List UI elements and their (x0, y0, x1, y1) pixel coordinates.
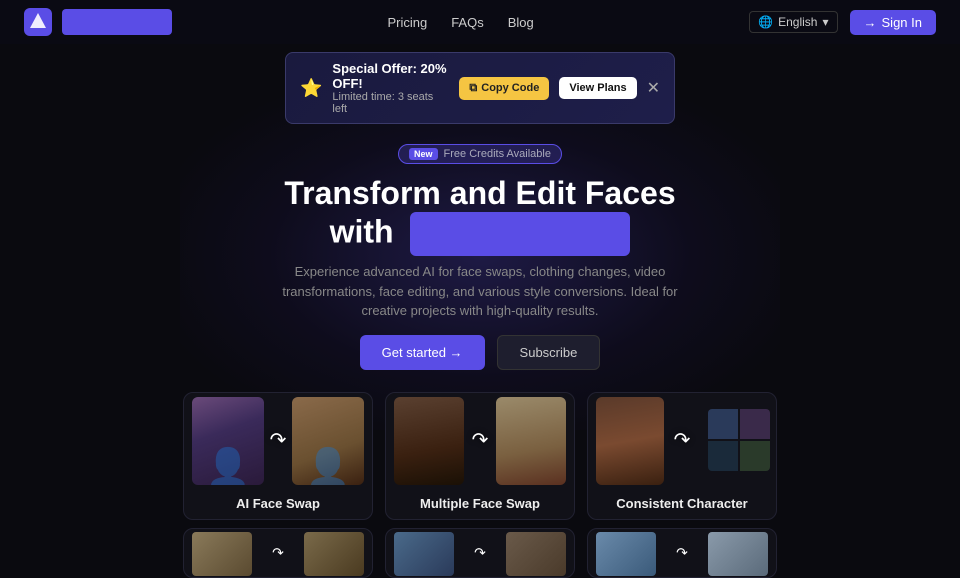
feature-card-6[interactable]: ↷ (587, 528, 777, 578)
hero-title-line2: with (330, 214, 394, 250)
logo-text-box (62, 9, 172, 35)
promo-star-icon: ⭐ (300, 78, 322, 99)
copy-icon: ⧉ (469, 82, 477, 95)
feature-cards-row: 👤 ↷ 👤 AI Face Swap ↷ Multiple Face Swap (0, 378, 960, 528)
bottom-face-left-1 (192, 532, 252, 576)
card-image-multiple-face-swap: ↷ (386, 393, 574, 488)
bottom-arrow-2: ↷ (474, 544, 486, 561)
card-image-consistent-character: ↷ (588, 393, 776, 488)
promo-text: Special Offer: 20% OFF! Limited time: 3 … (332, 61, 449, 115)
face-right-2 (496, 397, 566, 485)
face-left-2 (394, 397, 464, 485)
face-right-1: 👤 (292, 397, 364, 485)
nav-pricing[interactable]: Pricing (387, 15, 427, 30)
face-pair-1: 👤 ↷ 👤 (184, 393, 372, 488)
mini-cell-2 (740, 409, 770, 439)
language-selector[interactable]: 🌐 English ▾ (749, 11, 837, 33)
logo-area (24, 8, 172, 36)
promo-banner: ⭐ Special Offer: 20% OFF! Limited time: … (285, 52, 675, 124)
view-plans-button[interactable]: View Plans (559, 77, 636, 99)
get-started-button[interactable]: Get started → (360, 335, 485, 370)
bottom-card-inner-2: ↷ (386, 529, 574, 577)
feature-card-consistent-character[interactable]: ↷ Consistent Character (587, 392, 777, 520)
card-label-ai-face-swap: AI Face Swap (184, 488, 372, 519)
arrow-icon-2: ↷ (472, 428, 489, 453)
new-tag: New (409, 148, 438, 160)
mini-grid (708, 409, 770, 471)
globe-icon: 🌐 (758, 15, 773, 29)
promo-title: Special Offer: 20% OFF! (332, 61, 449, 91)
language-label: English (778, 15, 817, 29)
sign-in-icon: → (864, 15, 877, 30)
nav-links: Pricing FAQs Blog (387, 15, 533, 30)
silhouette-icon-2: 👤 (306, 449, 351, 485)
bottom-card-inner-3: ↷ (588, 529, 776, 577)
view-plans-label: View Plans (569, 82, 626, 94)
copy-code-label: Copy Code (481, 82, 539, 94)
bottom-card-inner-1: ↷ (184, 529, 372, 577)
face-left-1: 👤 (192, 397, 264, 485)
navbar-right: 🌐 English ▾ → Sign In (749, 10, 936, 35)
face-pair-2: ↷ (386, 393, 574, 488)
bottom-face-left-2 (394, 532, 454, 576)
hero-title-highlight (410, 212, 630, 256)
mini-cell-3 (708, 441, 738, 471)
badge-text: Free Credits Available (444, 148, 551, 160)
arrow-icon-1: ↷ (270, 428, 287, 453)
sign-in-label: Sign In (882, 15, 922, 30)
hero-title-line1: Transform and Edit Faces (284, 175, 675, 211)
bottom-face-left-3 (596, 532, 656, 576)
bottom-arrow-3: ↷ (676, 544, 688, 561)
face-left-3 (596, 397, 664, 485)
nav-blog[interactable]: Blog (508, 15, 534, 30)
card-image-ai-face-swap: 👤 ↷ 👤 (184, 393, 372, 488)
feature-card-multiple-face-swap[interactable]: ↷ Multiple Face Swap (385, 392, 575, 520)
silhouette-icon: 👤 (206, 449, 251, 485)
face-pair-3: ↷ (588, 393, 776, 488)
copy-code-button[interactable]: ⧉ Copy Code (459, 77, 549, 100)
promo-subtitle: Limited time: 3 seats left (332, 91, 449, 115)
feature-card-4[interactable]: ↷ (183, 528, 373, 578)
feature-card-5[interactable]: ↷ (385, 528, 575, 578)
feature-cards-row-2: ↷ ↷ ↷ (0, 528, 960, 578)
feature-card-ai-face-swap[interactable]: 👤 ↷ 👤 AI Face Swap (183, 392, 373, 520)
hero-buttons: Get started → Subscribe (20, 335, 940, 370)
card-label-consistent-character: Consistent Character (588, 488, 776, 519)
hero-subtitle: Experience advanced AI for face swaps, c… (260, 262, 700, 321)
navbar: Pricing FAQs Blog 🌐 English ▾ → Sign In (0, 0, 960, 44)
arrow-icon-3: ↷ (674, 428, 691, 453)
bottom-face-right-1 (304, 532, 364, 576)
sign-in-button[interactable]: → Sign In (850, 10, 936, 35)
subscribe-label: Subscribe (520, 345, 578, 360)
mini-cell-4 (740, 441, 770, 471)
subscribe-button[interactable]: Subscribe (497, 335, 601, 370)
hero-title: Transform and Edit Faces with (20, 174, 940, 256)
close-banner-button[interactable]: ✕ (647, 78, 660, 98)
new-badge: New Free Credits Available (398, 144, 562, 164)
bottom-face-right-2 (506, 532, 566, 576)
bottom-arrow-1: ↷ (272, 544, 284, 561)
mini-cell-1 (708, 409, 738, 439)
hero-section: New Free Credits Available Transform and… (0, 132, 960, 378)
card-label-multiple-face-swap: Multiple Face Swap (386, 488, 574, 519)
logo-icon (24, 8, 52, 36)
get-started-label: Get started → (382, 345, 463, 360)
bottom-face-right-3 (708, 532, 768, 576)
chevron-down-icon: ▾ (822, 15, 828, 29)
nav-faqs[interactable]: FAQs (451, 15, 484, 30)
